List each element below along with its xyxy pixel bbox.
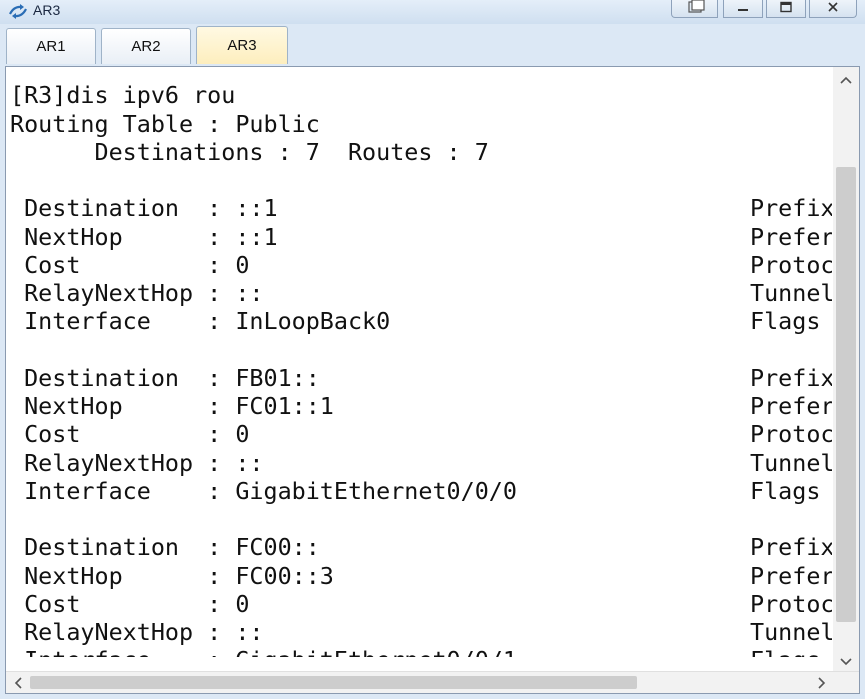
route-field: RelayNextHop : :: [10, 448, 264, 477]
route-field: NextHop : FC00::3 [10, 561, 334, 590]
vertical-scrollbar[interactable] [833, 67, 859, 671]
command-text: [R3]dis ipv6 rou [10, 81, 236, 110]
restore-window-button[interactable] [671, 0, 718, 18]
route-field-row: NextHop : ::1 Prefer [10, 223, 832, 251]
minimize-button[interactable] [723, 0, 763, 18]
route-field-right: Tunnel [750, 448, 832, 477]
route-field: Interface : GigabitEthernet0/0/0 [10, 476, 517, 505]
route-field-row: NextHop : FC00::3 Prefer [10, 562, 832, 590]
route-field-row: RelayNextHop : :: Tunnel [10, 449, 832, 477]
close-button[interactable] [809, 0, 857, 18]
route-field-right: Prefix [750, 363, 832, 392]
route-field-right: Flags [750, 646, 820, 657]
window-title: AR3 [33, 2, 61, 18]
route-field: Interface : GigabitEthernet0/0/1 [10, 646, 517, 657]
chevron-up-icon [840, 69, 852, 88]
console-pane[interactable]: [R3]dis ipv6 rou Routing Table : Public … [5, 66, 860, 694]
route-field-right: Protoc [750, 250, 832, 279]
chevron-left-icon [14, 674, 22, 693]
network-device-icon [8, 3, 28, 20]
route-field: RelayNextHop : :: [10, 618, 264, 646]
horizontal-scroll-thumb[interactable] [30, 676, 637, 689]
scroll-right-button[interactable] [812, 674, 832, 692]
chevron-right-icon [818, 674, 826, 693]
route-field: Cost : 0 [10, 589, 250, 618]
tab-bar: AR1 AR2 AR3 [0, 24, 865, 66]
routing-table-line: Routing Table : Public [10, 110, 832, 138]
route-field-right: Protoc [750, 420, 832, 449]
route-field-right: Prefer [750, 392, 832, 420]
maximize-button[interactable] [766, 0, 806, 18]
route-field: Cost : 0 [10, 250, 250, 279]
route-field-right: Flags [750, 476, 821, 505]
route-field-row: Interface : GigabitEthernet0/0/0 Flags [10, 477, 832, 505]
route-field-row: Cost : 0 Protoc [10, 590, 832, 618]
route-field-row: RelayNextHop : :: Tunnel [10, 279, 832, 307]
route-field-right: Tunnel [750, 279, 832, 307]
command-line: [R3]dis ipv6 rou [10, 81, 832, 109]
scroll-left-button[interactable] [8, 674, 28, 692]
route-field-row: RelayNextHop : :: Tunnel [10, 618, 832, 646]
routing-table-text: Routing Table : Public [10, 109, 320, 138]
route-field-row: Interface : InLoopBack0 Flags [10, 307, 832, 335]
route-field-right: Prefix [750, 194, 832, 223]
scrolled-partial-row [10, 67, 832, 81]
chevron-down-icon [840, 651, 852, 670]
route-field-right: Prefix [750, 533, 832, 562]
route-field: Interface : InLoopBack0 [10, 307, 391, 336]
summary-line: Destinations : 7 Routes : 7 [10, 138, 832, 166]
route-field-right: Tunnel [750, 618, 832, 646]
route-field-right: Protoc [750, 589, 832, 618]
route-field: NextHop : ::1 [10, 222, 278, 251]
horizontal-scrollbar[interactable] [6, 671, 859, 693]
route-field-row: Destination : FC00:: Prefix [10, 533, 832, 561]
route-field-row: Destination : FB01:: Prefix [10, 364, 832, 392]
route-field-row: Cost : 0 Protoc [10, 251, 832, 279]
route-field: Cost : 0 [10, 420, 250, 449]
route-field: Destination : ::1 [10, 194, 278, 223]
summary-text: Destinations : 7 Routes : 7 [10, 137, 489, 166]
scroll-down-button[interactable] [836, 651, 856, 669]
terminal-output[interactable]: [R3]dis ipv6 rou Routing Table : Public … [10, 67, 832, 657]
scroll-up-button[interactable] [836, 69, 856, 87]
vertical-scroll-thumb[interactable] [836, 167, 856, 622]
tab-ar1[interactable]: AR1 [6, 28, 96, 64]
route-field-row: Destination : ::1 Prefix [10, 194, 832, 222]
route-field: Destination : FB01:: [10, 363, 320, 392]
tab-ar2[interactable]: AR2 [101, 28, 191, 64]
route-field-right: Prefer [750, 561, 832, 590]
route-field-row: Interface : GigabitEthernet0/0/1 Flags [10, 646, 832, 657]
route-field-right: Flags [750, 307, 821, 336]
tab-ar3[interactable]: AR3 [196, 26, 288, 64]
route-field-right: Prefer [750, 222, 832, 251]
title-bar: AR3 [0, 0, 865, 24]
route-field-row: NextHop : FC01::1 Prefer [10, 392, 832, 420]
route-field-row: Cost : 0 Protoc [10, 420, 832, 448]
route-field: RelayNextHop : :: [10, 279, 264, 307]
route-field: Destination : FC00:: [10, 533, 320, 562]
route-field: NextHop : FC01::1 [10, 392, 334, 420]
